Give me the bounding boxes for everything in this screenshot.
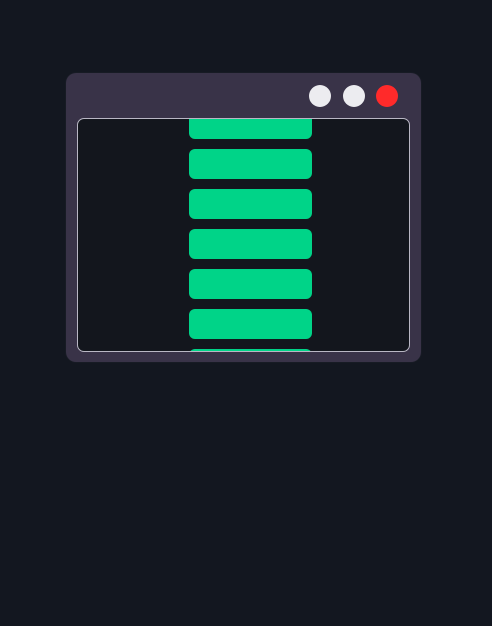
green-bar-4 xyxy=(189,229,312,259)
maximize-icon[interactable] xyxy=(343,85,365,107)
scrolling-bar-strip xyxy=(189,119,312,351)
green-bar-1 xyxy=(189,119,312,139)
green-bar-2 xyxy=(189,149,312,179)
minimize-icon[interactable] xyxy=(309,85,331,107)
stage xyxy=(0,0,492,626)
window-titlebar[interactable] xyxy=(66,73,421,117)
app-window xyxy=(66,73,421,362)
window-content xyxy=(77,118,410,352)
green-bar-3 xyxy=(189,189,312,219)
green-bar-5 xyxy=(189,269,312,299)
green-bar-6 xyxy=(189,309,312,339)
green-bar-7 xyxy=(189,349,312,351)
close-icon[interactable] xyxy=(376,85,398,107)
